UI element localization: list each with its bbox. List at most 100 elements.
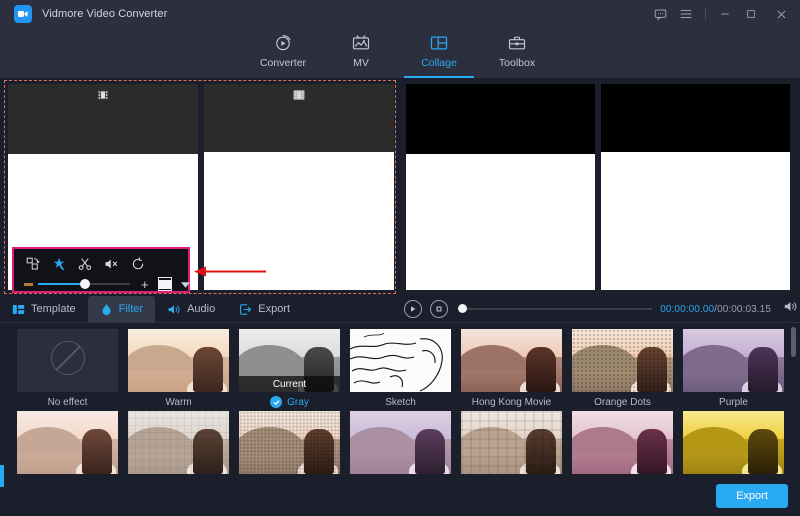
filter-item-hong-kong-movie[interactable]: Hong Kong Movie	[456, 329, 567, 411]
filter-label: Hong Kong Movie	[472, 397, 552, 408]
filter-thumbnail	[17, 411, 118, 474]
filter-item-dots[interactable]	[234, 411, 345, 493]
filter-item-plum[interactable]	[567, 411, 678, 493]
title-bar: Vidmore Video Converter	[0, 0, 800, 28]
seek-bar-handle[interactable]	[458, 304, 467, 313]
seek-bar[interactable]	[458, 304, 652, 314]
stop-icon[interactable]	[430, 300, 448, 318]
clip-edit-icon-row	[14, 249, 188, 273]
export-button[interactable]: Export	[716, 484, 788, 508]
filter-grid: No effect Warm	[12, 329, 792, 493]
filter-item-mosaic[interactable]	[123, 411, 234, 493]
chevron-down-icon[interactable]	[181, 275, 190, 293]
tool-tab-export[interactable]: Export	[227, 296, 302, 322]
filter-item-orange-dots[interactable]: Orange Dots	[567, 329, 678, 411]
maximize-icon[interactable]	[738, 0, 764, 28]
zoom-slider-handle[interactable]	[80, 279, 90, 289]
seek-bar-track	[458, 308, 652, 310]
preview-board: Loading...	[406, 84, 790, 290]
current-filter-badge: Current	[239, 376, 340, 392]
filter-item-warm[interactable]: Warm	[123, 329, 234, 411]
preview-cell-1: Loading...	[406, 84, 595, 290]
filter-thumbnail	[461, 329, 562, 392]
player-controls: 00:00:00.00/00:00:03.15	[404, 296, 800, 322]
filter-drop-icon	[100, 303, 113, 316]
filter-thumbnail	[17, 329, 118, 392]
mv-icon	[351, 32, 371, 54]
zoom-in-button[interactable]: +	[141, 278, 149, 291]
red-arrow-annotation	[194, 266, 266, 277]
rotate-icon[interactable]	[131, 257, 145, 271]
filter-item-soft[interactable]	[12, 411, 123, 493]
zoom-slider-fill	[38, 283, 84, 285]
clip-edit-toolbar[interactable]: +	[12, 247, 190, 293]
total-time: 00:00:03.15	[717, 304, 771, 315]
nav-tab-converter[interactable]: Converter	[244, 28, 322, 78]
tool-tab-export-label: Export	[258, 303, 290, 315]
nav-tab-toolbox[interactable]: Toolbox	[478, 28, 556, 78]
filter-item-no-effect[interactable]: No effect	[12, 329, 123, 411]
app-title: Vidmore Video Converter	[42, 8, 167, 20]
nav-tab-collage[interactable]: Collage	[400, 28, 478, 78]
filmstrip-icon	[97, 87, 108, 105]
filter-label: Purple	[719, 397, 748, 408]
filter-thumbnail	[239, 411, 340, 474]
crop-icon[interactable]	[26, 257, 40, 271]
filter-item-purple[interactable]: Purple	[678, 329, 789, 411]
filter-item-sketch[interactable]: Sketch	[345, 329, 456, 411]
filter-item-pixelate[interactable]	[456, 411, 567, 493]
nav-tab-converter-label: Converter	[260, 57, 306, 69]
filter-label-row: Gray	[270, 396, 309, 408]
check-icon	[270, 396, 282, 408]
audio-icon	[167, 303, 181, 316]
filter-thumbnail	[683, 411, 784, 474]
filter-thumbnail	[572, 329, 673, 392]
filter-thumbnail	[350, 411, 451, 474]
no-effect-icon	[51, 341, 85, 375]
playback-time: 00:00:00.00/00:00:03.15	[660, 304, 771, 315]
current-time: 00:00:00.00	[660, 304, 714, 315]
tool-tab-audio-label: Audio	[187, 303, 215, 315]
filter-item-gray[interactable]: Current Gray	[234, 329, 345, 411]
nav-tab-mv[interactable]: MV	[322, 28, 400, 78]
filter-label: No effect	[48, 397, 88, 408]
filter-scrollbar[interactable]	[791, 327, 796, 357]
collage-icon	[429, 32, 449, 54]
tool-tab-template[interactable]: Template	[0, 296, 88, 322]
tool-tab-audio[interactable]: Audio	[155, 296, 227, 322]
filter-item-violet[interactable]	[345, 411, 456, 493]
feedback-icon[interactable]	[647, 0, 673, 28]
tool-tab-filter[interactable]: Filter	[88, 296, 155, 322]
preview-cell-2	[601, 84, 790, 290]
menu-icon[interactable]	[673, 0, 699, 28]
filter-thumbnail	[461, 411, 562, 474]
zoom-slider[interactable]	[38, 278, 130, 290]
clip-zoom-row: +	[14, 273, 188, 293]
zoom-out-button[interactable]	[24, 283, 33, 286]
nav-tab-mv-label: MV	[353, 57, 369, 69]
filter-item-yellow[interactable]	[678, 411, 789, 493]
mute-icon[interactable]	[104, 257, 119, 271]
tool-tab-filter-label: Filter	[119, 303, 143, 315]
main-nav: Converter MV Collage	[0, 28, 800, 78]
volume-icon[interactable]	[783, 300, 798, 318]
converter-icon	[273, 32, 293, 54]
tool-tab-template-label: Template	[31, 303, 76, 315]
minimize-icon[interactable]	[712, 0, 738, 28]
collage-cell-2[interactable]	[204, 84, 394, 290]
filter-label: Orange Dots	[594, 397, 651, 408]
trim-scissors-icon[interactable]	[78, 257, 92, 271]
toolbar-divider	[705, 8, 706, 20]
filter-panel-accent	[0, 465, 4, 487]
window-controls	[647, 0, 800, 28]
play-icon[interactable]	[404, 300, 422, 318]
filter-label: Sketch	[385, 397, 416, 408]
aspect-ratio-icon[interactable]	[158, 277, 172, 291]
filter-panel: No effect Warm	[0, 323, 800, 516]
filter-label: Gray	[287, 397, 309, 408]
export-icon	[239, 303, 252, 316]
filter-thumbnail	[350, 329, 451, 392]
filter-magic-icon[interactable]	[52, 257, 66, 271]
close-icon[interactable]	[764, 0, 798, 28]
nav-tab-toolbox-label: Toolbox	[499, 57, 535, 69]
